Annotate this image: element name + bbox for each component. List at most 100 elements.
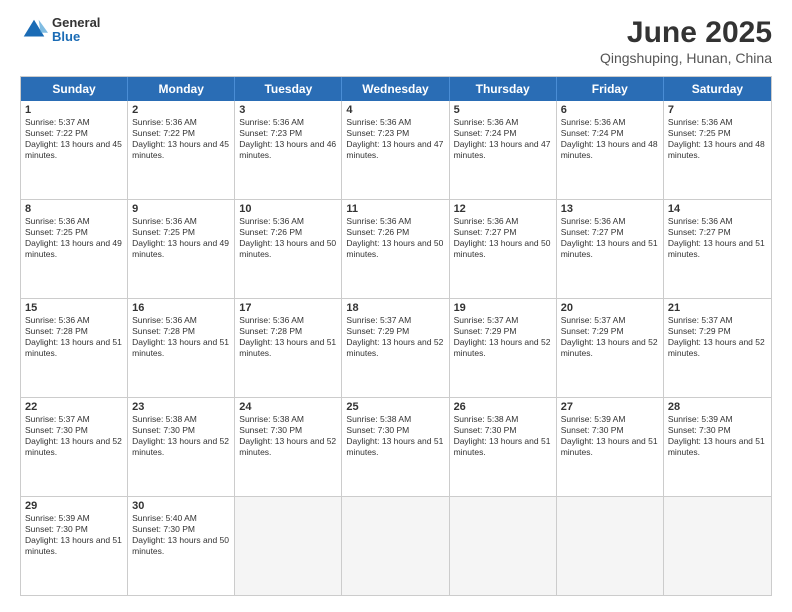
header-day-saturday: Saturday <box>664 77 771 101</box>
cell-info: Sunrise: 5:39 AM Sunset: 7:30 PM Dayligh… <box>25 513 123 557</box>
day-number: 30 <box>132 500 230 512</box>
cell-info: Sunrise: 5:36 AM Sunset: 7:26 PM Dayligh… <box>239 216 337 260</box>
cell-info: Sunrise: 5:36 AM Sunset: 7:25 PM Dayligh… <box>132 216 230 260</box>
day-number: 10 <box>239 203 337 215</box>
cell-info: Sunrise: 5:37 AM Sunset: 7:29 PM Dayligh… <box>346 315 444 359</box>
cell-info: Sunrise: 5:36 AM Sunset: 7:25 PM Dayligh… <box>25 216 123 260</box>
calendar-cell: 15Sunrise: 5:36 AM Sunset: 7:28 PM Dayli… <box>21 299 128 397</box>
day-number: 8 <box>25 203 123 215</box>
day-number: 9 <box>132 203 230 215</box>
day-number: 29 <box>25 500 123 512</box>
day-number: 17 <box>239 302 337 314</box>
calendar-cell <box>450 497 557 595</box>
day-number: 28 <box>668 401 767 413</box>
calendar-cell: 25Sunrise: 5:38 AM Sunset: 7:30 PM Dayli… <box>342 398 449 496</box>
cell-info: Sunrise: 5:37 AM Sunset: 7:29 PM Dayligh… <box>454 315 552 359</box>
calendar-cell: 30Sunrise: 5:40 AM Sunset: 7:30 PM Dayli… <box>128 497 235 595</box>
header-day-monday: Monday <box>128 77 235 101</box>
cell-info: Sunrise: 5:39 AM Sunset: 7:30 PM Dayligh… <box>561 414 659 458</box>
calendar-cell: 18Sunrise: 5:37 AM Sunset: 7:29 PM Dayli… <box>342 299 449 397</box>
cell-info: Sunrise: 5:38 AM Sunset: 7:30 PM Dayligh… <box>454 414 552 458</box>
cell-info: Sunrise: 5:36 AM Sunset: 7:25 PM Dayligh… <box>668 117 767 161</box>
title-section: June 2025 Qingshuping, Hunan, China <box>600 16 772 66</box>
calendar-cell: 3Sunrise: 5:36 AM Sunset: 7:23 PM Daylig… <box>235 101 342 199</box>
calendar-cell: 17Sunrise: 5:36 AM Sunset: 7:28 PM Dayli… <box>235 299 342 397</box>
calendar-body: 1Sunrise: 5:37 AM Sunset: 7:22 PM Daylig… <box>21 101 771 595</box>
calendar-cell: 13Sunrise: 5:36 AM Sunset: 7:27 PM Dayli… <box>557 200 664 298</box>
day-number: 19 <box>454 302 552 314</box>
cell-info: Sunrise: 5:36 AM Sunset: 7:22 PM Dayligh… <box>132 117 230 161</box>
cell-info: Sunrise: 5:38 AM Sunset: 7:30 PM Dayligh… <box>239 414 337 458</box>
main-title: June 2025 <box>600 16 772 50</box>
day-number: 1 <box>25 104 123 116</box>
day-number: 26 <box>454 401 552 413</box>
day-number: 13 <box>561 203 659 215</box>
calendar-cell: 20Sunrise: 5:37 AM Sunset: 7:29 PM Dayli… <box>557 299 664 397</box>
day-number: 11 <box>346 203 444 215</box>
calendar: SundayMondayTuesdayWednesdayThursdayFrid… <box>20 76 772 596</box>
calendar-cell <box>557 497 664 595</box>
page: General Blue June 2025 Qingshuping, Huna… <box>0 0 792 612</box>
calendar-cell: 8Sunrise: 5:36 AM Sunset: 7:25 PM Daylig… <box>21 200 128 298</box>
calendar-header: SundayMondayTuesdayWednesdayThursdayFrid… <box>21 77 771 101</box>
calendar-cell: 22Sunrise: 5:37 AM Sunset: 7:30 PM Dayli… <box>21 398 128 496</box>
cell-info: Sunrise: 5:39 AM Sunset: 7:30 PM Dayligh… <box>668 414 767 458</box>
cell-info: Sunrise: 5:40 AM Sunset: 7:30 PM Dayligh… <box>132 513 230 557</box>
logo: General Blue <box>20 16 100 45</box>
calendar-cell: 4Sunrise: 5:36 AM Sunset: 7:23 PM Daylig… <box>342 101 449 199</box>
subtitle: Qingshuping, Hunan, China <box>600 50 772 66</box>
cell-info: Sunrise: 5:37 AM Sunset: 7:29 PM Dayligh… <box>561 315 659 359</box>
calendar-cell: 11Sunrise: 5:36 AM Sunset: 7:26 PM Dayli… <box>342 200 449 298</box>
header-day-friday: Friday <box>557 77 664 101</box>
cell-info: Sunrise: 5:37 AM Sunset: 7:22 PM Dayligh… <box>25 117 123 161</box>
header-day-thursday: Thursday <box>450 77 557 101</box>
day-number: 5 <box>454 104 552 116</box>
day-number: 20 <box>561 302 659 314</box>
calendar-cell: 29Sunrise: 5:39 AM Sunset: 7:30 PM Dayli… <box>21 497 128 595</box>
cell-info: Sunrise: 5:36 AM Sunset: 7:27 PM Dayligh… <box>454 216 552 260</box>
logo-text: General Blue <box>52 16 100 45</box>
cell-info: Sunrise: 5:38 AM Sunset: 7:30 PM Dayligh… <box>346 414 444 458</box>
header-day-sunday: Sunday <box>21 77 128 101</box>
cell-info: Sunrise: 5:36 AM Sunset: 7:24 PM Dayligh… <box>561 117 659 161</box>
calendar-cell <box>342 497 449 595</box>
day-number: 24 <box>239 401 337 413</box>
calendar-cell: 24Sunrise: 5:38 AM Sunset: 7:30 PM Dayli… <box>235 398 342 496</box>
day-number: 4 <box>346 104 444 116</box>
cell-info: Sunrise: 5:36 AM Sunset: 7:28 PM Dayligh… <box>239 315 337 359</box>
day-number: 2 <box>132 104 230 116</box>
header: General Blue June 2025 Qingshuping, Huna… <box>20 16 772 66</box>
cell-info: Sunrise: 5:36 AM Sunset: 7:27 PM Dayligh… <box>561 216 659 260</box>
calendar-cell <box>235 497 342 595</box>
day-number: 27 <box>561 401 659 413</box>
cell-info: Sunrise: 5:37 AM Sunset: 7:30 PM Dayligh… <box>25 414 123 458</box>
calendar-cell: 27Sunrise: 5:39 AM Sunset: 7:30 PM Dayli… <box>557 398 664 496</box>
calendar-cell: 23Sunrise: 5:38 AM Sunset: 7:30 PM Dayli… <box>128 398 235 496</box>
cell-info: Sunrise: 5:38 AM Sunset: 7:30 PM Dayligh… <box>132 414 230 458</box>
calendar-row-1: 8Sunrise: 5:36 AM Sunset: 7:25 PM Daylig… <box>21 200 771 299</box>
cell-info: Sunrise: 5:36 AM Sunset: 7:26 PM Dayligh… <box>346 216 444 260</box>
logo-line1: General <box>52 16 100 30</box>
day-number: 16 <box>132 302 230 314</box>
calendar-row-4: 29Sunrise: 5:39 AM Sunset: 7:30 PM Dayli… <box>21 497 771 595</box>
calendar-cell: 6Sunrise: 5:36 AM Sunset: 7:24 PM Daylig… <box>557 101 664 199</box>
day-number: 23 <box>132 401 230 413</box>
day-number: 22 <box>25 401 123 413</box>
calendar-row-3: 22Sunrise: 5:37 AM Sunset: 7:30 PM Dayli… <box>21 398 771 497</box>
day-number: 14 <box>668 203 767 215</box>
calendar-cell: 26Sunrise: 5:38 AM Sunset: 7:30 PM Dayli… <box>450 398 557 496</box>
cell-info: Sunrise: 5:36 AM Sunset: 7:28 PM Dayligh… <box>25 315 123 359</box>
calendar-cell: 10Sunrise: 5:36 AM Sunset: 7:26 PM Dayli… <box>235 200 342 298</box>
cell-info: Sunrise: 5:36 AM Sunset: 7:27 PM Dayligh… <box>668 216 767 260</box>
calendar-cell: 19Sunrise: 5:37 AM Sunset: 7:29 PM Dayli… <box>450 299 557 397</box>
day-number: 21 <box>668 302 767 314</box>
logo-icon <box>20 16 48 44</box>
calendar-cell: 5Sunrise: 5:36 AM Sunset: 7:24 PM Daylig… <box>450 101 557 199</box>
day-number: 7 <box>668 104 767 116</box>
cell-info: Sunrise: 5:36 AM Sunset: 7:24 PM Dayligh… <box>454 117 552 161</box>
logo-line2: Blue <box>52 30 100 44</box>
day-number: 12 <box>454 203 552 215</box>
cell-info: Sunrise: 5:37 AM Sunset: 7:29 PM Dayligh… <box>668 315 767 359</box>
calendar-cell: 9Sunrise: 5:36 AM Sunset: 7:25 PM Daylig… <box>128 200 235 298</box>
cell-info: Sunrise: 5:36 AM Sunset: 7:28 PM Dayligh… <box>132 315 230 359</box>
